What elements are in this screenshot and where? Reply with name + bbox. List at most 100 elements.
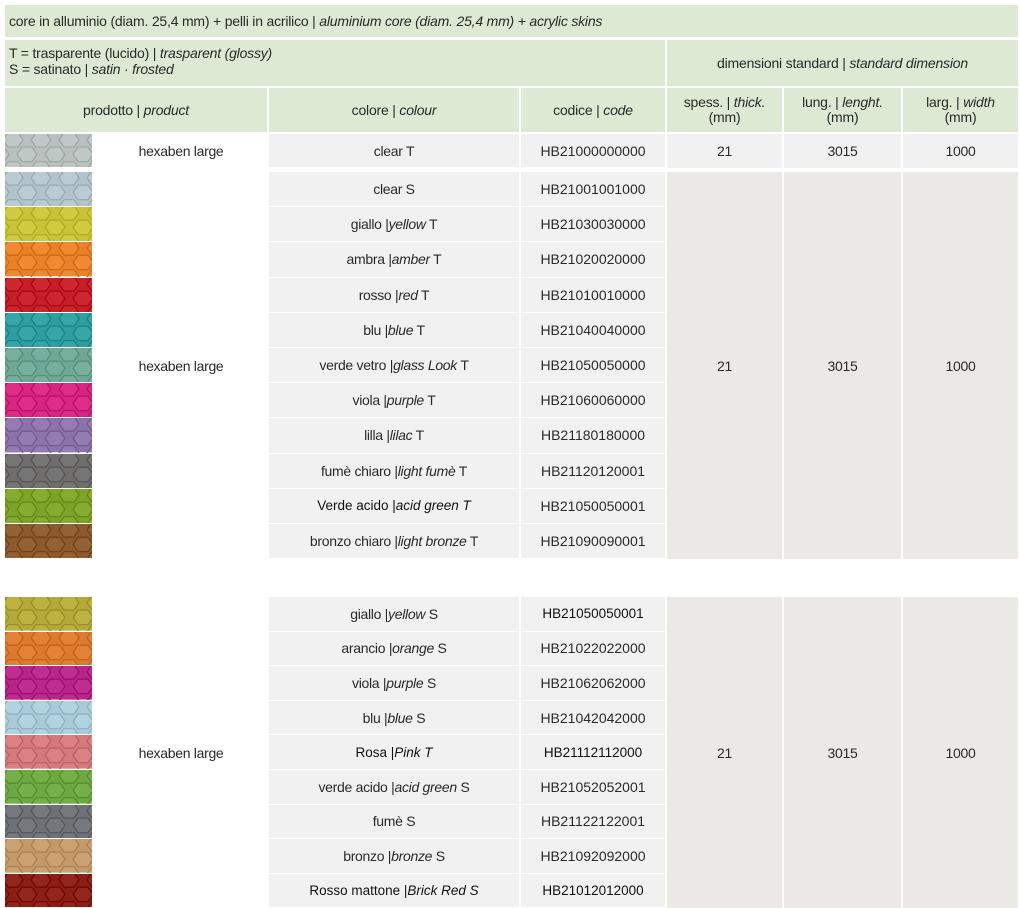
product-code: HB21030030000 bbox=[521, 207, 665, 242]
dimension-header: dimensioni standard | standard dimension bbox=[667, 40, 1018, 86]
colour-name: fumè chiaro | light fumè T bbox=[269, 453, 519, 488]
colour-swatch bbox=[5, 666, 92, 701]
title-english: aluminium core (diam. 25,4 mm) + acrylic… bbox=[319, 13, 603, 29]
colour-name-english: bronze bbox=[391, 847, 433, 864]
colour-name: Rosa | Pink T bbox=[269, 735, 519, 769]
colour-name-english: blue bbox=[387, 321, 414, 338]
table-title: core in alluminio (diam. 25,4 mm) + pell… bbox=[5, 5, 1018, 37]
colour-swatch bbox=[5, 312, 92, 348]
code-label-english: code bbox=[603, 101, 633, 118]
colour-name-italian: fumè chiaro | bbox=[320, 462, 398, 479]
colour-swatch bbox=[5, 488, 92, 524]
legend-transparent: T = trasparente (lucido) | trasparent (g… bbox=[9, 45, 665, 61]
colour-swatch bbox=[5, 804, 92, 840]
thickness-label-english: thick. bbox=[733, 94, 766, 110]
width-label-english: width bbox=[963, 94, 995, 110]
product-cell: hexaben large bbox=[138, 143, 224, 159]
colour-name: clear T bbox=[269, 134, 519, 167]
product-code: HB21060060000 bbox=[521, 383, 665, 418]
colour-name-english: purple bbox=[386, 674, 424, 691]
legend-satin: S = satinato | satin · frosted bbox=[9, 61, 665, 77]
colour-name-italian: viola | bbox=[352, 674, 387, 691]
width-value: 1000 bbox=[903, 172, 1018, 560]
legend-t-english: trasparent (glossy) bbox=[159, 45, 273, 61]
finish-suffix: S bbox=[412, 709, 426, 726]
width-label: larg. | bbox=[926, 94, 964, 110]
product-cell: hexaben large bbox=[138, 744, 224, 761]
length-value: 3015 bbox=[784, 134, 901, 168]
colour-name-italian: fumè S bbox=[372, 813, 416, 830]
colour-name-italian: Verde acido | bbox=[317, 498, 396, 514]
legend-t-label: T = trasparente (lucido) | bbox=[9, 45, 160, 61]
colour-name-english: Brick Red S bbox=[407, 883, 479, 899]
finish-suffix: T bbox=[417, 286, 430, 303]
colour-name: lilla | lilac T bbox=[269, 418, 519, 453]
colour-name: giallo | yellow S bbox=[269, 597, 519, 631]
colour-swatch bbox=[5, 597, 92, 632]
length-value: 3015 bbox=[784, 172, 901, 560]
colour-name-english: yellow bbox=[388, 216, 426, 233]
column-header-length: lung. | lenght. (mm) bbox=[784, 88, 901, 132]
legend-s-english: satin · frosted bbox=[91, 61, 174, 77]
colour-swatch bbox=[5, 418, 92, 454]
colour-swatch bbox=[5, 770, 92, 805]
product-code: HB21092092000 bbox=[521, 839, 665, 873]
finish-legend: T = trasparente (lucido) | trasparent (g… bbox=[5, 40, 665, 86]
colour-name: viola | purple T bbox=[269, 383, 519, 418]
finish-suffix: S bbox=[456, 778, 470, 795]
width-value: 1000 bbox=[903, 134, 1018, 168]
product-code: HB21001001000 bbox=[521, 172, 665, 207]
column-header-product: prodotto | product bbox=[5, 88, 267, 132]
colour-name-italian: Rosso mattone | bbox=[309, 883, 408, 899]
product-code: HB21042042000 bbox=[521, 700, 665, 735]
colour-name-italian: Rosa | bbox=[355, 744, 395, 760]
colour-name: giallo | yellow T bbox=[269, 207, 519, 242]
thickness-unit: (mm) bbox=[708, 109, 741, 125]
colour-name-italian: verde acido | bbox=[318, 778, 395, 795]
colour-name-english: blue bbox=[387, 709, 413, 726]
colour-swatch bbox=[5, 453, 92, 489]
colour-swatch bbox=[5, 524, 92, 560]
product-code: HB21052052001 bbox=[521, 770, 665, 804]
colour-name-italian: giallo | bbox=[350, 605, 389, 622]
colour-name-italian: giallo | bbox=[350, 216, 389, 233]
colour-name: viola | purple S bbox=[269, 666, 519, 700]
finish-suffix: S bbox=[433, 640, 447, 657]
finish-suffix: T bbox=[466, 533, 479, 550]
colour-swatch bbox=[5, 631, 92, 667]
colour-name-english: purple bbox=[386, 392, 424, 409]
length-label: lung. | bbox=[802, 94, 843, 110]
finish-suffix: S bbox=[432, 847, 445, 864]
product-code: HB21122122001 bbox=[521, 804, 665, 839]
product-code: HB21010010000 bbox=[521, 277, 665, 312]
width-value: 1000 bbox=[903, 597, 1018, 908]
length-label-english: lenght. bbox=[842, 94, 883, 110]
product-code: HB21050050000 bbox=[521, 348, 665, 383]
finish-suffix: T bbox=[457, 357, 469, 374]
width-unit: (mm) bbox=[944, 109, 977, 125]
colour-name: fumè S bbox=[269, 804, 519, 839]
colour-swatch bbox=[5, 383, 92, 419]
colour-swatch bbox=[5, 735, 92, 770]
colour-name: bronzo | bronze S bbox=[269, 839, 519, 873]
colour-name-english: red bbox=[398, 286, 418, 303]
colour-name: verde acido | acid green S bbox=[269, 770, 519, 804]
product-code: HB21062062000 bbox=[521, 666, 665, 700]
product-code: HB21020020000 bbox=[521, 242, 665, 277]
colour-name-italian: viola | bbox=[352, 392, 388, 409]
colour-name-italian: clear T bbox=[373, 142, 415, 159]
product-label-english: product bbox=[143, 101, 189, 118]
colour-name-italian: arancio | bbox=[341, 640, 393, 657]
colour-name-english: lilac bbox=[389, 427, 413, 444]
colour-name-italian: rosso | bbox=[358, 286, 399, 303]
product-code: HB21012012000 bbox=[521, 873, 665, 908]
colour-name-italian: clear S bbox=[373, 181, 415, 198]
finish-suffix: T bbox=[412, 427, 425, 444]
colour-name: Rosso mattone | Brick Red S bbox=[269, 873, 519, 908]
colour-name-italian: bronzo chiaro | bbox=[309, 533, 398, 550]
thickness-value: 21 bbox=[667, 134, 782, 168]
product-code: HB21120120001 bbox=[521, 453, 665, 488]
colour-name: Verde acido | acid green T bbox=[269, 488, 519, 523]
price-table-page: core in alluminio (diam. 25,4 mm) + pell… bbox=[0, 0, 1020, 908]
colour-name: bronzo chiaro | light bronze T bbox=[269, 524, 519, 559]
